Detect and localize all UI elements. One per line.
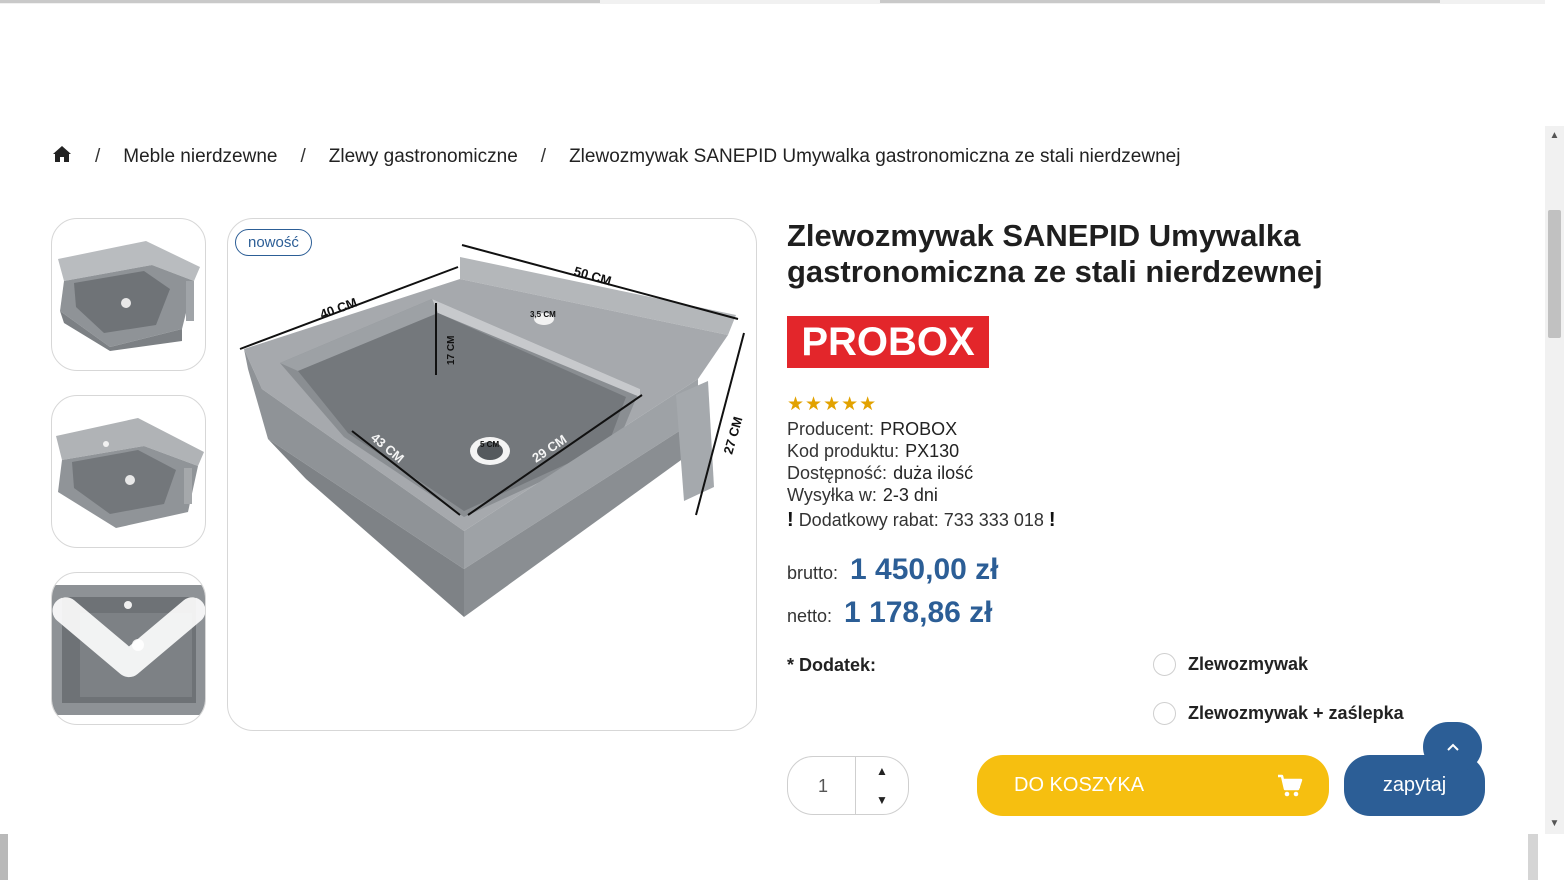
window-edge: [0, 834, 8, 880]
net-price-row: netto: 1 178,86 zł: [787, 596, 993, 630]
info-shipping: Wysyłka w: 2-3 dni: [787, 484, 973, 506]
exclamation-icon: !: [1048, 509, 1056, 531]
thumbnail-image: [56, 418, 204, 528]
dim-label: 17 CM: [446, 336, 457, 365]
cart-icon: [1278, 774, 1303, 796]
window-edge: [1528, 834, 1538, 880]
cart-button-label: DO KOSZYKA: [1014, 774, 1145, 796]
decrease-icon[interactable]: ▼: [856, 786, 908, 814]
sink-image: 50 CM 40 CM 27 CM 17 CM 43 CM 29 CM 3,5 …: [239, 244, 745, 617]
main-product-image[interactable]: 50 CM 40 CM 27 CM 17 CM 43 CM 29 CM 3,5 …: [227, 218, 757, 731]
breadcrumb-separator: /: [300, 146, 306, 167]
exclamation-icon: !: [787, 509, 794, 531]
quantity-stepper: ▲ ▼: [787, 756, 909, 815]
chevron-up-icon[interactable]: [1423, 722, 1482, 772]
info-label: Producent:: [787, 419, 875, 439]
scroll-up-icon[interactable]: ▲: [1545, 128, 1564, 144]
dim-label: 5 CM: [480, 440, 499, 449]
strip-segment: [880, 0, 1440, 3]
breadcrumb: / Meble nierdzewne / Zlewy gastronomiczn…: [52, 144, 1180, 170]
add-to-cart-button[interactable]: DO KOSZYKA: [977, 755, 1329, 816]
dim-label: 27 CM: [720, 415, 745, 456]
info-value: 2-3 dni: [882, 485, 938, 505]
new-badge: nowość: [235, 229, 312, 256]
info-label: Dostępność:: [787, 463, 888, 483]
addon-option-zlewozmywak[interactable]: Zlewozmywak: [1153, 653, 1308, 676]
vertical-scrollbar[interactable]: ▲ ▼: [1545, 126, 1564, 834]
addon-option-zaslepka[interactable]: Zlewozmywak + zaślepka: [1153, 702, 1404, 725]
info-value: PX130: [905, 441, 960, 461]
info-label: Wysyłka w:: [787, 485, 877, 505]
radio-button[interactable]: [1153, 653, 1176, 676]
top-image-strip: [0, 0, 1545, 4]
info-producer: Producent: PROBOX: [787, 418, 973, 440]
option-label: Zlewozmywak + zaślepka: [1188, 703, 1404, 723]
discount-info: ! Dodatkowy rabat: 733 333 018 !: [787, 509, 1056, 532]
chevron-down-icon[interactable]: [52, 572, 205, 716]
product-title: Zlewozmywak SANEPID Umywalka gastronomic…: [787, 218, 1323, 289]
thumbnail-image: [58, 241, 200, 351]
strip-segment: [0, 0, 600, 3]
breadcrumb-current: Zlewozmywak SANEPID Umywalka gastronomic…: [569, 146, 1181, 167]
gross-price-row: brutto: 1 450,00 zł: [787, 553, 998, 587]
net-label: netto:: [787, 606, 833, 626]
quantity-input[interactable]: [788, 757, 858, 814]
radio-button[interactable]: [1153, 702, 1176, 725]
thumbnail-1[interactable]: [51, 218, 206, 371]
product-info: Producent: PROBOX Kod produktu: PX130 Dost…: [787, 418, 973, 506]
scroll-down-icon[interactable]: ▼: [1545, 816, 1564, 832]
scroll-thumb[interactable]: [1548, 210, 1561, 338]
breadcrumb-link-meble[interactable]: Meble nierdzewne: [123, 146, 277, 168]
info-label: Kod produktu:: [787, 441, 900, 461]
thumbnail-2[interactable]: [51, 395, 206, 548]
info-value: duża ilość: [893, 463, 974, 483]
discount-text: Dodatkowy rabat: 733 333 018: [798, 510, 1044, 530]
dim-label: 3,5 CM: [530, 310, 556, 319]
info-value: PROBOX: [880, 419, 958, 439]
rating-stars: ★★★★★: [787, 394, 878, 415]
gross-label: brutto:: [787, 563, 839, 583]
addon-label: * Dodatek:: [787, 655, 877, 675]
home-icon[interactable]: [52, 145, 72, 169]
thumbnail-3[interactable]: [51, 572, 206, 725]
breadcrumb-separator: /: [540, 146, 547, 167]
info-availability: Dostępność: duża ilość: [787, 462, 973, 484]
gross-price: 1 450,00 zł: [850, 553, 999, 586]
info-code: Kod produktu: PX130: [787, 440, 973, 462]
breadcrumb-link-zlewy[interactable]: Zlewy gastronomiczne: [329, 146, 518, 168]
breadcrumb-separator: /: [95, 146, 101, 167]
brand-logo[interactable]: PROBOX: [787, 316, 989, 368]
net-price: 1 178,86 zł: [844, 596, 993, 629]
option-label: Zlewozmywak: [1188, 654, 1309, 674]
increase-icon[interactable]: ▲: [856, 757, 908, 785]
